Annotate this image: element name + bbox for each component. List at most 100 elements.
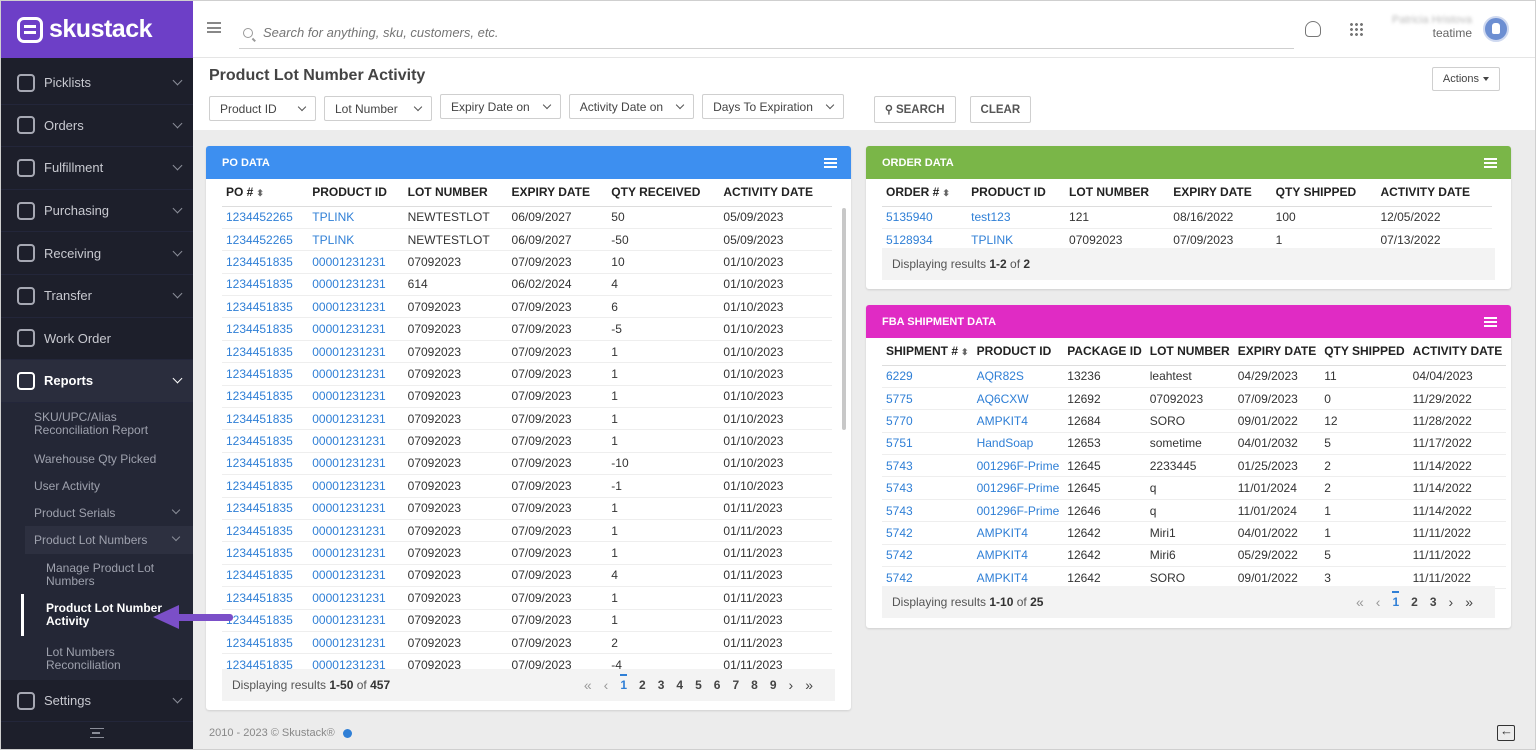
page-number[interactable]: 8 — [751, 678, 758, 692]
table-cell[interactable]: 1234451835 — [222, 429, 309, 453]
column-header[interactable]: SHIPMENT # ⬍ — [882, 338, 973, 366]
search-button[interactable]: ⚲ SEARCH — [873, 96, 956, 123]
table-cell[interactable]: 1234451835 — [222, 295, 309, 319]
page-number[interactable]: 6 — [714, 678, 721, 692]
prev-page-icon[interactable]: ‹ — [1376, 594, 1381, 610]
page-number[interactable]: 4 — [676, 678, 683, 692]
page-number[interactable]: 1 — [620, 674, 628, 692]
search-input[interactable] — [263, 25, 1063, 40]
table-cell[interactable]: AQR82S — [972, 365, 1064, 388]
actions-button[interactable]: Actions — [1431, 67, 1500, 91]
sidebar-subitem-product-lot-numbers[interactable]: Product Lot Numbers — [25, 525, 193, 554]
sidebar-item-receiving[interactable]: Receiving — [1, 232, 193, 275]
table-cell[interactable]: 00001231231 — [308, 385, 404, 409]
page-number[interactable]: 1 — [1392, 591, 1400, 609]
filter-lot-number[interactable]: Lot Number — [324, 96, 432, 121]
table-cell[interactable]: 00001231231 — [308, 295, 404, 319]
page-number[interactable]: 3 — [658, 678, 665, 692]
table-cell[interactable]: 00001231231 — [308, 541, 404, 565]
page-number[interactable]: 3 — [1430, 595, 1437, 609]
table-cell[interactable]: test123 — [967, 206, 1066, 229]
user-info[interactable]: Patricia Hristova teatime — [1388, 14, 1472, 40]
table-cell[interactable]: AMPKIT4 — [972, 409, 1064, 433]
list-menu-icon[interactable] — [1484, 158, 1497, 168]
table-cell[interactable]: AQ6CXW — [972, 387, 1064, 411]
table-cell[interactable]: 1234451835 — [222, 340, 309, 364]
table-cell[interactable]: 00001231231 — [308, 340, 404, 364]
sidebar-subitem-warehouse-qty[interactable]: Warehouse Qty Picked — [1, 443, 193, 472]
table-cell[interactable]: 1234451835 — [222, 519, 309, 543]
filter-expiry-date[interactable]: Expiry Date on — [440, 94, 561, 119]
table-cell[interactable]: 1234451835 — [222, 362, 309, 386]
filter-activity-date[interactable]: Activity Date on — [568, 94, 695, 119]
sidebar-item-reports[interactable]: Reports — [1, 360, 193, 403]
table-cell[interactable]: 5743 — [882, 499, 973, 523]
list-menu-icon[interactable] — [1484, 317, 1497, 327]
page-number[interactable]: 2 — [639, 678, 646, 692]
page-number[interactable]: 7 — [732, 678, 739, 692]
table-cell[interactable]: 1234451835 — [222, 564, 309, 588]
table-cell[interactable]: 5742 — [882, 521, 973, 545]
table-cell[interactable]: 00001231231 — [308, 631, 404, 655]
table-cell[interactable]: 6229 — [882, 365, 973, 388]
table-cell[interactable]: 1234452265 — [222, 206, 309, 229]
next-page-icon[interactable]: › — [1449, 594, 1454, 610]
table-cell[interactable]: 1234451835 — [222, 474, 309, 498]
table-cell[interactable]: 001296F-Prime — [972, 476, 1064, 500]
table-cell[interactable]: 5743 — [882, 476, 973, 500]
first-page-icon[interactable]: « — [1356, 594, 1364, 610]
table-cell[interactable]: 1234451835 — [222, 317, 309, 341]
info-icon[interactable] — [342, 728, 352, 738]
table-cell[interactable]: HandSoap — [972, 432, 1064, 456]
sidebar-subitem-lot-reconciliation[interactable]: Lot Numbers Reconciliation — [1, 635, 193, 680]
prev-page-icon[interactable]: ‹ — [604, 677, 609, 693]
support-icon[interactable] — [1305, 21, 1321, 37]
sidebar-item-orders[interactable]: Orders — [1, 105, 193, 148]
sidebar-subitem-sku-reconciliation[interactable]: SKU/UPC/Alias Reconciliation Report — [1, 403, 193, 443]
sidebar-item-work-order[interactable]: Work Order — [1, 318, 193, 361]
sidebar-item-fulfillment[interactable]: Fulfillment — [1, 147, 193, 190]
table-cell[interactable]: 1234451835 — [222, 631, 309, 655]
column-header[interactable]: PO # ⬍ — [222, 179, 309, 207]
table-cell[interactable]: 00001231231 — [308, 497, 404, 520]
table-cell[interactable]: 00001231231 — [308, 586, 404, 610]
page-number[interactable]: 2 — [1411, 595, 1418, 609]
column-header[interactable]: ORDER # ⬍ — [882, 179, 968, 207]
list-menu-icon[interactable] — [824, 158, 837, 168]
avatar[interactable] — [1483, 16, 1509, 42]
table-cell[interactable]: 00001231231 — [308, 407, 404, 431]
back-arrow-icon[interactable] — [1497, 723, 1515, 741]
table-cell[interactable]: 00001231231 — [308, 429, 404, 453]
sidebar-item-picklists[interactable]: Picklists — [1, 62, 193, 105]
last-page-icon[interactable]: » — [1465, 594, 1473, 610]
sidebar-item-purchasing[interactable]: Purchasing — [1, 190, 193, 233]
first-page-icon[interactable]: « — [584, 677, 592, 693]
last-page-icon[interactable]: » — [805, 677, 813, 693]
table-cell[interactable]: 1234451835 — [222, 497, 309, 520]
table-cell[interactable]: 5775 — [882, 387, 973, 411]
table-cell[interactable]: 1234451835 — [222, 273, 309, 297]
table-cell[interactable]: 1234451835 — [222, 586, 309, 610]
table-cell[interactable]: 00001231231 — [308, 362, 404, 386]
sidebar-subitem-product-serials[interactable]: Product Serials — [1, 499, 193, 526]
table-cell[interactable]: 001296F-Prime — [972, 454, 1064, 478]
page-number[interactable]: 9 — [770, 678, 777, 692]
table-cell[interactable]: 5742 — [882, 544, 973, 568]
table-cell[interactable]: 00001231231 — [308, 564, 404, 588]
brand[interactable]: skustack — [1, 1, 193, 58]
table-cell[interactable]: 00001231231 — [308, 609, 404, 632]
filter-days-to-expiration[interactable]: Days To Expiration — [702, 94, 844, 119]
table-cell[interactable]: 1234451835 — [222, 609, 309, 632]
table-cell[interactable]: 1234451835 — [222, 250, 309, 274]
table-cell[interactable]: AMPKIT4 — [972, 521, 1064, 545]
table-cell[interactable]: 5770 — [882, 409, 973, 433]
sidebar-item-transfer[interactable]: Transfer — [1, 275, 193, 318]
table-cell[interactable]: TPLINK — [308, 228, 404, 252]
table-cell[interactable]: 1234451835 — [222, 452, 309, 476]
table-cell[interactable]: 001296F-Prime — [972, 499, 1064, 523]
sidebar-subitem-manage-lot-numbers[interactable]: Manage Product Lot Numbers — [1, 553, 193, 594]
table-cell[interactable]: 1234451835 — [222, 541, 309, 565]
table-cell[interactable]: AMPKIT4 — [972, 544, 1064, 568]
table-cell[interactable]: 1234452265 — [222, 228, 309, 252]
table-cell[interactable]: 00001231231 — [308, 474, 404, 498]
